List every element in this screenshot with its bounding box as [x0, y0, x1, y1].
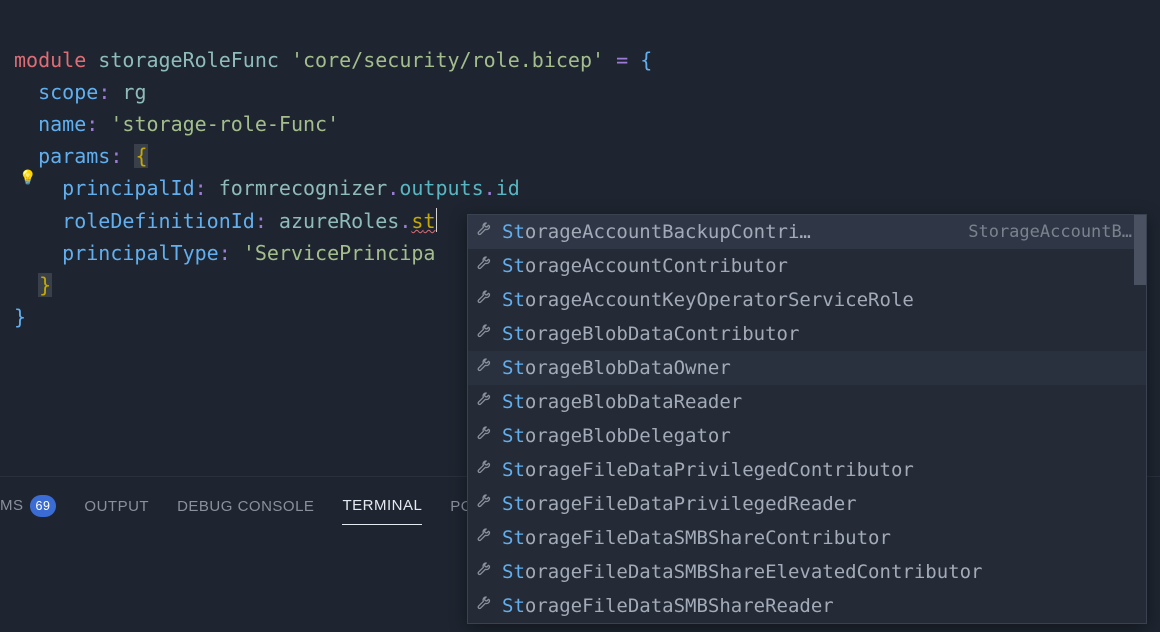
suggest-item[interactable]: StorageFileDataSMBShareElevatedContribut…: [468, 555, 1146, 589]
suggest-item[interactable]: StorageAccountKeyOperatorServiceRole: [468, 283, 1146, 317]
wrench-icon: [476, 453, 492, 487]
code-keyword: module: [14, 48, 86, 72]
suggest-item[interactable]: StorageBlobDelegator: [468, 419, 1146, 453]
wrench-icon: [476, 589, 492, 623]
suggest-item[interactable]: StorageBlobDataContributor: [468, 317, 1146, 351]
suggest-item-label: StorageFileDataPrivilegedReader: [502, 487, 1138, 521]
wrench-icon: [476, 215, 492, 249]
suggest-scrollbar[interactable]: [1134, 215, 1146, 623]
lightbulb-icon[interactable]: 💡: [19, 170, 36, 186]
suggest-item-label: StorageAccountContributor: [502, 249, 1138, 283]
panel-tab-ms[interactable]: MS 69: [0, 491, 56, 527]
panel-tab-label: OUTPUT: [84, 498, 149, 515]
problems-count-badge: 69: [30, 495, 57, 517]
suggest-item[interactable]: StorageFileDataPrivilegedContributor: [468, 453, 1146, 487]
panel-tab-label: TERMINAL: [342, 497, 422, 514]
suggest-item-label: StorageAccountBackupContri…: [502, 215, 958, 249]
suggest-item-label: StorageFileDataSMBShareReader: [502, 589, 1138, 623]
panel-tab-terminal[interactable]: TERMINAL: [342, 493, 422, 525]
suggest-item-label: StorageBlobDelegator: [502, 419, 1138, 453]
wrench-icon: [476, 419, 492, 453]
panel-tab-output[interactable]: OUTPUT: [84, 494, 149, 525]
suggest-scrollbar-thumb[interactable]: [1134, 215, 1146, 285]
autocomplete-popup[interactable]: StorageAccountBackupContri…StorageAccoun…: [467, 214, 1147, 624]
suggest-item[interactable]: StorageFileDataPrivilegedReader: [468, 487, 1146, 521]
suggest-item-label: StorageAccountKeyOperatorServiceRole: [502, 283, 1138, 317]
wrench-icon: [476, 385, 492, 419]
wrench-icon: [476, 283, 492, 317]
suggest-item-label: StorageBlobDataOwner: [502, 351, 1138, 385]
code-module-name: storageRoleFunc: [98, 48, 279, 72]
panel-tab-debug-console[interactable]: DEBUG CONSOLE: [177, 494, 314, 525]
code-module-path: 'core/security/role.bicep': [291, 48, 604, 72]
wrench-icon: [476, 555, 492, 589]
wrench-icon: [476, 521, 492, 555]
suggest-item[interactable]: StorageBlobDataReader: [468, 385, 1146, 419]
suggest-item-label: StorageFileDataPrivilegedContributor: [502, 453, 1138, 487]
panel-tab-label: DEBUG CONSOLE: [177, 498, 314, 515]
wrench-icon: [476, 249, 492, 283]
wrench-icon: [476, 351, 492, 385]
suggest-item-label: StorageFileDataSMBShareElevatedContribut…: [502, 555, 1138, 589]
suggest-item[interactable]: StorageAccountContributor: [468, 249, 1146, 283]
suggest-item-label: StorageBlobDataContributor: [502, 317, 1138, 351]
wrench-icon: [476, 487, 492, 521]
suggest-item[interactable]: StorageAccountBackupContri… StorageAccoun…: [468, 215, 1146, 249]
suggest-item-label: StorageBlobDataReader: [502, 385, 1138, 419]
suggest-item[interactable]: StorageFileDataSMBShareReader: [468, 589, 1146, 623]
suggest-item-label: StorageFileDataSMBShareContributor: [502, 521, 1138, 555]
suggest-item-detail: StorageAccountB…: [968, 215, 1138, 249]
text-cursor: [436, 208, 437, 232]
wrench-icon: [476, 317, 492, 351]
suggest-item[interactable]: StorageBlobDataOwner: [468, 351, 1146, 385]
panel-tab-label: MS: [0, 497, 24, 514]
suggest-item[interactable]: StorageFileDataSMBShareContributor: [468, 521, 1146, 555]
